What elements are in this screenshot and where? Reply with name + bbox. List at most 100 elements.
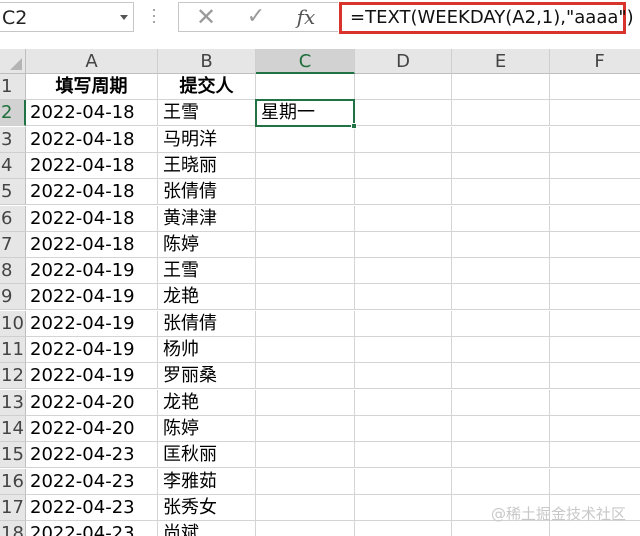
cell-f7[interactable] — [550, 232, 640, 258]
cell-c17[interactable] — [256, 495, 355, 521]
cell-d1[interactable] — [355, 74, 452, 100]
cell-d6[interactable] — [355, 206, 452, 232]
cell-d18[interactable] — [355, 521, 452, 536]
chevron-down-icon[interactable] — [120, 15, 128, 20]
cell-e7[interactable] — [452, 232, 550, 258]
cell-f4[interactable] — [550, 153, 640, 179]
cell-d5[interactable] — [355, 179, 452, 205]
cell-f6[interactable] — [550, 206, 640, 232]
cell-b7[interactable]: 陈婷 — [158, 232, 256, 258]
cell-d11[interactable] — [355, 337, 452, 363]
cell-e6[interactable] — [452, 206, 550, 232]
cell-d13[interactable] — [355, 390, 452, 416]
row-header-14[interactable]: 14 — [0, 416, 26, 442]
cell-e11[interactable] — [452, 337, 550, 363]
fill-handle[interactable] — [351, 123, 357, 129]
cell-b12[interactable]: 罗丽桑 — [158, 363, 256, 389]
cell-d15[interactable] — [355, 442, 452, 468]
cell-b14[interactable]: 陈婷 — [158, 416, 256, 442]
drag-handle-icon[interactable] — [152, 9, 156, 25]
cell-d9[interactable] — [355, 284, 452, 310]
cell-a4[interactable]: 2022-04-18 — [26, 153, 158, 179]
row-header-7[interactable]: 7 — [0, 232, 26, 258]
row-header-11[interactable]: 11 — [0, 337, 26, 363]
cell-b5[interactable]: 张倩倩 — [158, 179, 256, 205]
cell-b10[interactable]: 张倩倩 — [158, 311, 256, 337]
cell-d17[interactable] — [355, 495, 452, 521]
row-header-1[interactable]: 1 — [0, 74, 26, 100]
column-header-a[interactable]: A — [26, 49, 158, 74]
cell-b11[interactable]: 杨帅 — [158, 337, 256, 363]
row-header-13[interactable]: 13 — [0, 390, 26, 416]
cell-f3[interactable] — [550, 127, 640, 153]
cell-c10[interactable] — [256, 311, 355, 337]
cell-b6[interactable]: 黄津津 — [158, 206, 256, 232]
row-header-9[interactable]: 9 — [0, 284, 26, 310]
cell-a8[interactable]: 2022-04-19 — [26, 258, 158, 284]
cell-f9[interactable] — [550, 284, 640, 310]
cell-a13[interactable]: 2022-04-20 — [26, 390, 158, 416]
row-header-6[interactable]: 6 — [0, 206, 26, 232]
cell-b8[interactable]: 王雪 — [158, 258, 256, 284]
row-header-4[interactable]: 4 — [0, 153, 26, 179]
cancel-icon[interactable]: ✕ — [191, 3, 221, 31]
cell-f2[interactable] — [550, 100, 640, 126]
cell-d16[interactable] — [355, 469, 452, 495]
cell-d14[interactable] — [355, 416, 452, 442]
cell-f12[interactable] — [550, 363, 640, 389]
cell-c1[interactable] — [256, 74, 355, 100]
cell-b18[interactable]: 尚斌 — [158, 521, 256, 536]
cell-a17[interactable]: 2022-04-23 — [26, 495, 158, 521]
row-header-16[interactable]: 16 — [0, 469, 26, 495]
cell-c12[interactable] — [256, 363, 355, 389]
cell-d4[interactable] — [355, 153, 452, 179]
column-header-b[interactable]: B — [158, 49, 256, 74]
spreadsheet-grid[interactable]: A B C D E F 1 填写周期 提交人 2 2022-04-18 王雪 星期一 3 2022-04-1… — [0, 49, 640, 536]
cell-d8[interactable] — [355, 258, 452, 284]
cell-c14[interactable] — [256, 416, 355, 442]
row-header-17[interactable]: 17 — [0, 495, 26, 521]
column-header-f[interactable]: F — [550, 49, 640, 74]
cell-e10[interactable] — [452, 311, 550, 337]
row-header-5[interactable]: 5 — [0, 179, 26, 205]
cell-a14[interactable]: 2022-04-20 — [26, 416, 158, 442]
cell-f5[interactable] — [550, 179, 640, 205]
cell-b16[interactable]: 李雅茹 — [158, 469, 256, 495]
cell-c11[interactable] — [256, 337, 355, 363]
cell-e13[interactable] — [452, 390, 550, 416]
cell-e1[interactable] — [452, 74, 550, 100]
cell-e12[interactable] — [452, 363, 550, 389]
row-header-10[interactable]: 10 — [0, 311, 26, 337]
cell-f14[interactable] — [550, 416, 640, 442]
cell-e3[interactable] — [452, 127, 550, 153]
row-header-12[interactable]: 12 — [0, 363, 26, 389]
cell-d10[interactable] — [355, 311, 452, 337]
cell-a11[interactable]: 2022-04-19 — [26, 337, 158, 363]
cell-e9[interactable] — [452, 284, 550, 310]
cell-a7[interactable]: 2022-04-18 — [26, 232, 158, 258]
cell-c15[interactable] — [256, 442, 355, 468]
cell-b9[interactable]: 龙艳 — [158, 284, 256, 310]
cell-a3[interactable]: 2022-04-18 — [26, 127, 158, 153]
cell-e8[interactable] — [452, 258, 550, 284]
cell-a10[interactable]: 2022-04-19 — [26, 311, 158, 337]
column-header-e[interactable]: E — [452, 49, 550, 74]
cell-f16[interactable] — [550, 469, 640, 495]
cell-a9[interactable]: 2022-04-19 — [26, 284, 158, 310]
column-header-c[interactable]: C — [256, 49, 355, 74]
cell-a18[interactable]: 2022-04-23 — [26, 521, 158, 536]
cell-c8[interactable] — [256, 258, 355, 284]
cell-b3[interactable]: 马明洋 — [158, 127, 256, 153]
row-header-18[interactable]: 18 — [0, 521, 26, 536]
cell-c16[interactable] — [256, 469, 355, 495]
cell-c5[interactable] — [256, 179, 355, 205]
cell-c6[interactable] — [256, 206, 355, 232]
row-header-2[interactable]: 2 — [0, 100, 26, 126]
cell-d3[interactable] — [355, 127, 452, 153]
name-box[interactable]: C2 — [0, 2, 134, 32]
row-header-3[interactable]: 3 — [0, 127, 26, 153]
select-all-button[interactable] — [0, 49, 26, 74]
cell-c4[interactable] — [256, 153, 355, 179]
cell-a2[interactable]: 2022-04-18 — [26, 100, 158, 126]
row-header-15[interactable]: 15 — [0, 442, 26, 468]
